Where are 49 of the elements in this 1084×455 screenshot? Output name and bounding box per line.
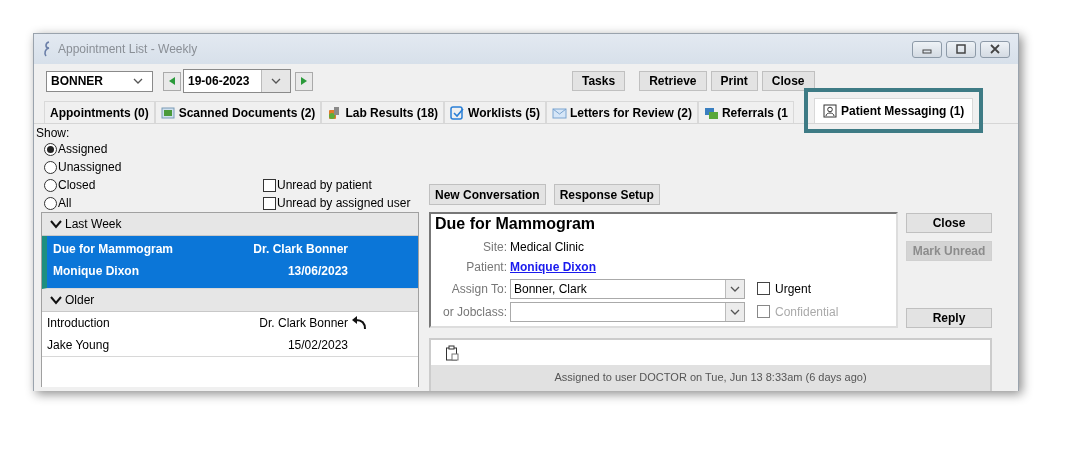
tab[interactable]: Lab Results (18) [321,101,445,123]
radio-option[interactable]: All [34,194,72,212]
conversation-sender: Dr. Clark Bonner [253,242,348,256]
conversation-row[interactable]: Introduction Dr. Clark Bonner Jake Young 15/02/2023 [42,312,418,357]
field-label: Assign To: [450,281,507,296]
conversation-date: 15/02/2023 [287,338,348,352]
checkbox-option[interactable]: Unread by patient [263,176,372,194]
field-value: Medical Clinic [510,240,586,254]
radio-option[interactable]: Assigned [34,140,108,158]
toolbar-button[interactable]: Tasks [572,71,626,91]
radio-option[interactable]: Unassigned [34,158,122,176]
toolbar-button[interactable]: Close [761,71,815,91]
checkbox-option[interactable]: Urgent [757,281,812,296]
date-field[interactable]: 19-06-2023 [183,69,291,93]
assign-to-dropdown[interactable]: Bonner, Clark [510,278,745,299]
conversation-sender: Dr. Clark Bonner [259,316,348,330]
group-header[interactable]: Last Week [42,213,418,236]
group-label: Older [65,293,95,307]
conversation-subject: Introduction [47,315,111,332]
show-label: Show: [35,125,71,140]
group-label: Last Week [65,217,122,231]
field-label: Site: [482,240,507,254]
conversation-patient: Monique Dixon [53,263,140,280]
checkbox-option[interactable]: Unread by assigned user [263,194,411,212]
message-title: Due for Mammogram [435,215,597,234]
assignment-status: Assigned to user DOCTOR on Tue, Jun 13 8:33am (6 days ago) [431,365,990,391]
group-header[interactable]: Older [42,289,418,312]
field-label: Patient: [465,260,507,274]
provider-dropdown[interactable]: BONNER [46,70,153,92]
action-button[interactable]: New Conversation [429,184,546,205]
field-label: or Jobclass: [441,304,507,319]
window-title: Appointment List - Weekly [58,42,198,56]
conversation-date: 13/06/2023 [287,264,348,278]
side-button[interactable]: Reply [906,308,992,328]
action-button[interactable]: Response Setup [553,184,660,205]
checkbox-option: Confidential [757,304,839,319]
patient-link[interactable]: Monique Dixon [510,260,892,274]
conversation-patient: Jake Young [47,337,111,354]
conversation-subject: Due for Mammogram [53,241,175,258]
tab[interactable]: Worklists (5) [444,101,546,123]
tab[interactable]: Letters for Review (2) [545,101,698,123]
tab[interactable]: Appointments (0) [44,101,155,123]
radio-option[interactable]: Closed [34,176,96,194]
tab[interactable]: Scanned Documents (2) [154,101,322,123]
toolbar-button[interactable]: Print [710,71,758,91]
tab[interactable]: Referrals (1 [697,101,794,123]
conversation-row[interactable]: Due for Mammogram Dr. Clark Bonner Monique Dixon 13/06/2023 [42,236,418,289]
side-button[interactable]: Close [906,213,992,233]
toolbar-button[interactable]: Retrieve [639,71,707,91]
